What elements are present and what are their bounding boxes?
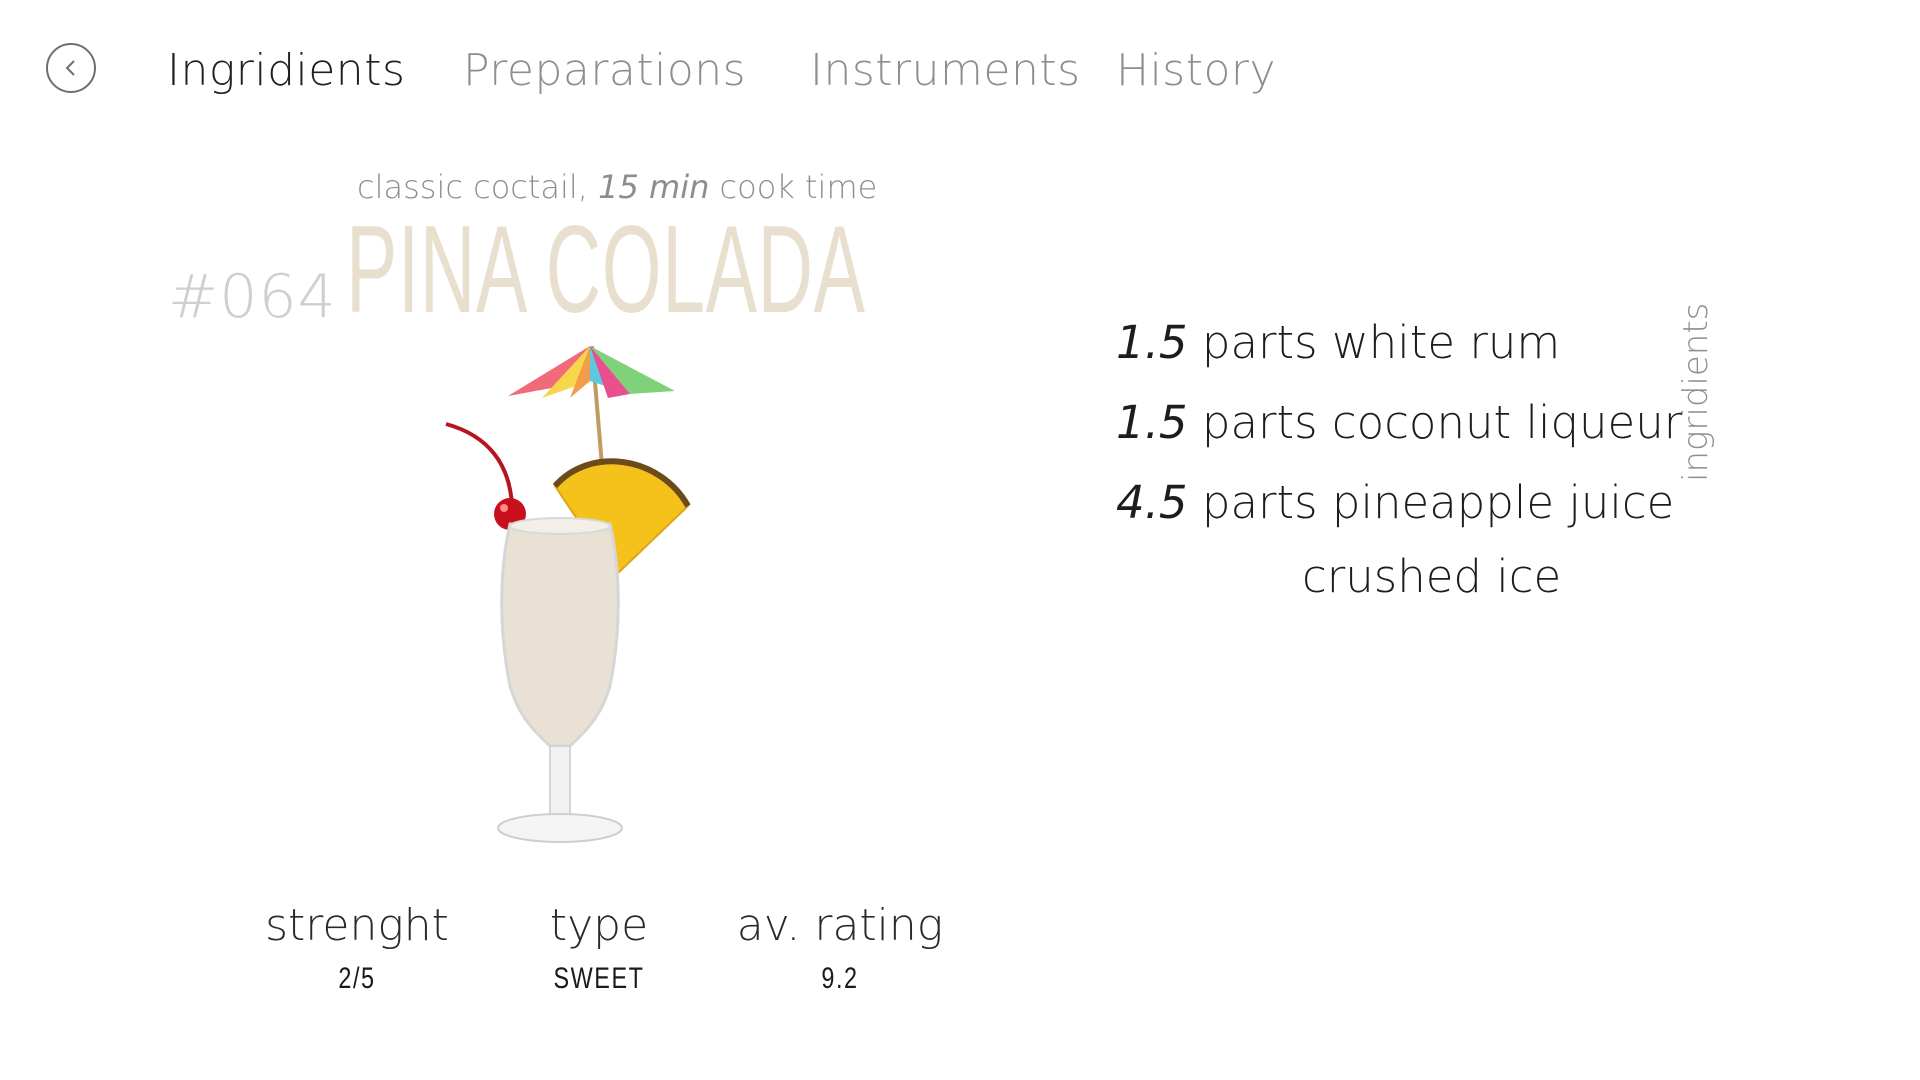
ingredient-text: parts coconut liqueur <box>1187 396 1683 449</box>
tab-instruments[interactable]: Instruments <box>810 45 1081 96</box>
stat-rating-label: av. rating <box>736 900 944 951</box>
tab-history[interactable]: History <box>1116 45 1276 96</box>
ingredient-item: 1.5 parts white rum <box>1116 320 1560 365</box>
chevron-left-icon <box>65 60 75 76</box>
stat-strength-value: 2/5 <box>338 962 376 995</box>
tab-preparations[interactable]: Preparations <box>463 45 746 96</box>
stat-strength-label: strenght <box>265 900 449 951</box>
ingredient-item: crushed ice <box>1302 554 1561 599</box>
ingredient-text: parts white rum <box>1187 316 1561 369</box>
cocktail-image <box>430 336 750 886</box>
section-side-label: ingridients <box>1676 302 1716 482</box>
tab-ingridients[interactable]: Ingridients <box>167 45 405 96</box>
stat-type-value: SWEET <box>553 962 645 995</box>
ingredient-text: parts pineapple juice <box>1187 476 1675 529</box>
stat-rating-value: 9.2 <box>821 962 859 995</box>
ingredient-text: crushed ice <box>1302 550 1562 603</box>
drink-title: PINA COLADA <box>346 201 866 339</box>
drink-number: #064 <box>168 262 337 332</box>
ingredient-qty: 1.5 <box>1116 316 1188 369</box>
ingredient-item: 4.5 parts pineapple juice <box>1116 480 1674 525</box>
ingredient-qty: 4.5 <box>1116 476 1188 529</box>
stat-type-label: type <box>549 900 649 951</box>
ingredient-qty: 1.5 <box>1116 396 1188 449</box>
back-button[interactable] <box>46 43 96 93</box>
ingredient-item: 1.5 parts coconut liqueur <box>1116 400 1682 445</box>
